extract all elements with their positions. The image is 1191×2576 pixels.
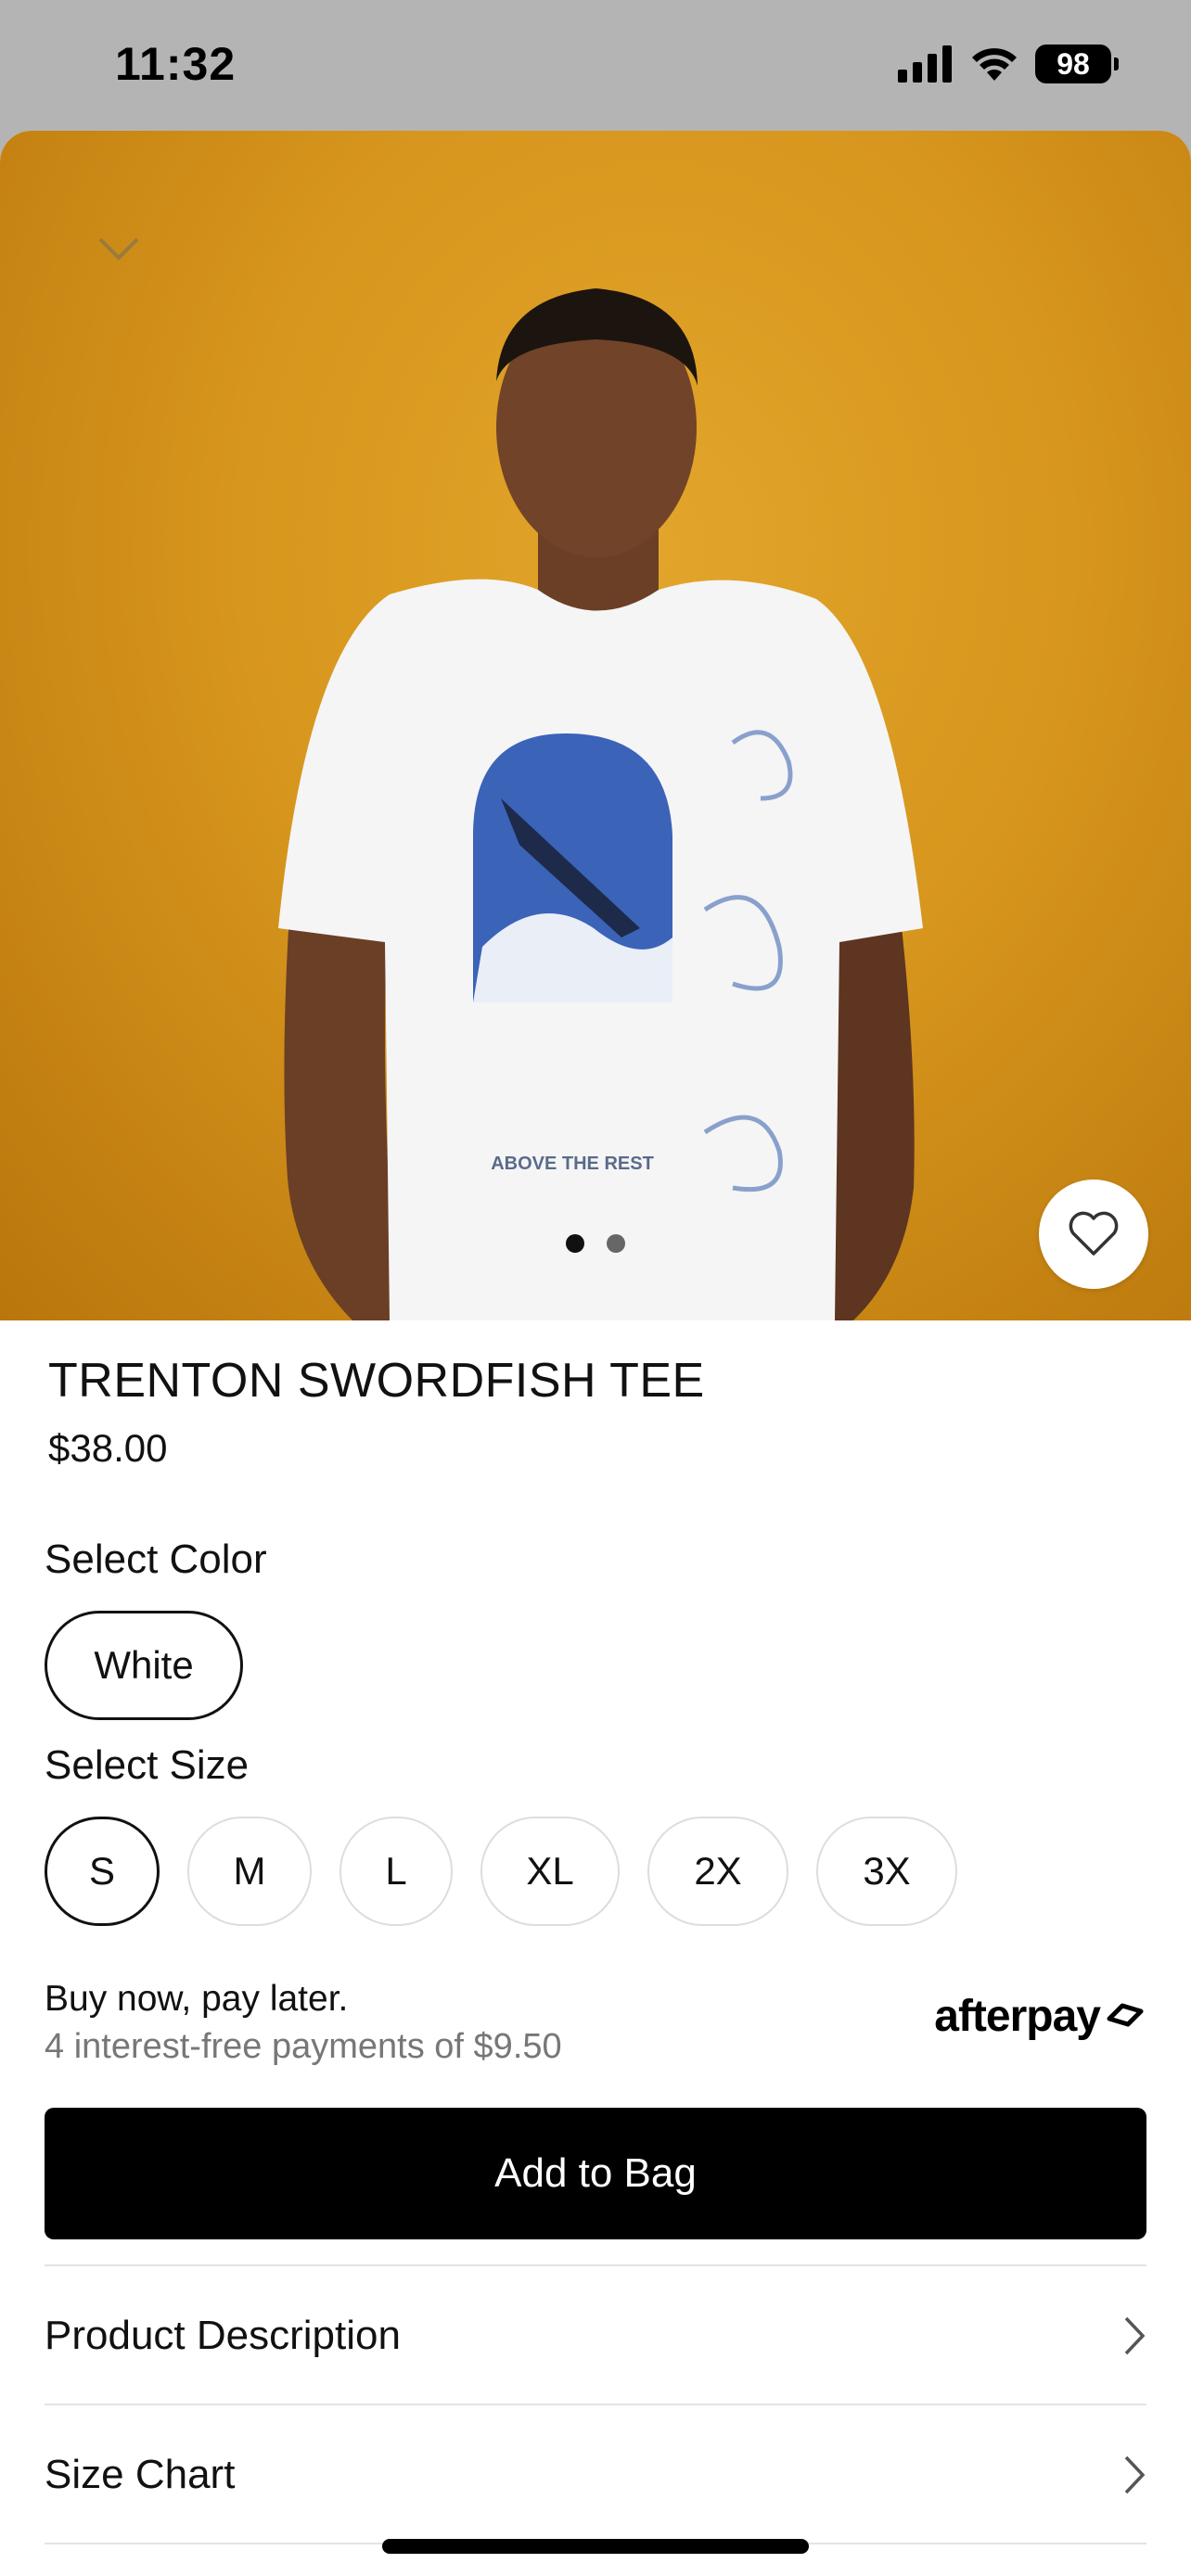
size-option-l[interactable]: L: [339, 1817, 453, 1926]
product-description-row[interactable]: Product Description: [45, 2266, 1146, 2405]
status-icons: 98: [898, 45, 1119, 83]
home-indicator[interactable]: [382, 2539, 809, 2554]
size-label: S: [88, 1849, 115, 1893]
afterpay-info: Buy now, pay later. 4 interest-free paym…: [45, 1979, 562, 2067]
size-label: M: [233, 1849, 266, 1893]
product-title: TRENTON SWORDFISH TEE: [48, 1354, 705, 1408]
product-price: $38.00: [48, 1426, 168, 1470]
favorite-button[interactable]: [1039, 1180, 1148, 1289]
size-option-2x[interactable]: 2X: [647, 1817, 788, 1926]
afterpay-arrows-icon: [1107, 2003, 1144, 2026]
pager-dot-2[interactable]: [607, 1234, 625, 1253]
product-sheet: ABOVE THE REST TRENTON SWORDFISH TEE $38…: [0, 131, 1191, 2576]
size-option-3x[interactable]: 3X: [816, 1817, 957, 1926]
select-size-label: Select Size: [45, 1742, 250, 1788]
heart-icon: [1069, 1211, 1119, 1256]
collapse-button[interactable]: [93, 223, 145, 275]
status-time: 11:32: [115, 38, 237, 90]
afterpay-headline: Buy now, pay later.: [45, 1979, 349, 2019]
product-image[interactable]: ABOVE THE REST: [0, 131, 1191, 1320]
afterpay-installments: 4 interest-free payments of $9.50: [45, 2027, 562, 2066]
chevron-right-icon: [1124, 2316, 1146, 2355]
battery-icon: 98: [1035, 45, 1119, 83]
size-label: XL: [526, 1849, 574, 1893]
svg-text:ABOVE THE REST: ABOVE THE REST: [491, 1154, 654, 1174]
model-illustration: ABOVE THE REST: [278, 288, 923, 1320]
cellular-signal-icon: [898, 45, 952, 83]
size-chart-row[interactable]: Size Chart: [45, 2405, 1146, 2544]
size-label: 2X: [694, 1849, 742, 1893]
chevron-right-icon: [1124, 2455, 1146, 2494]
battery-level: 98: [1057, 46, 1090, 81]
size-option-m[interactable]: M: [187, 1817, 312, 1926]
pager-dot-1[interactable]: [566, 1234, 584, 1253]
product-description-label: Product Description: [45, 2313, 401, 2358]
color-option-white[interactable]: White: [45, 1611, 243, 1720]
size-option-xl[interactable]: XL: [480, 1817, 620, 1926]
color-option-label: White: [94, 1643, 194, 1687]
status-bar: 11:32 98: [0, 0, 1191, 131]
select-color-label: Select Color: [45, 1537, 267, 1582]
add-to-bag-label: Add to Bag: [494, 2150, 697, 2196]
size-label: 3X: [863, 1849, 911, 1893]
chevron-down-icon: [98, 237, 139, 261]
size-label: L: [385, 1849, 407, 1893]
image-pager[interactable]: [0, 1234, 1191, 1253]
size-option-s[interactable]: S: [45, 1817, 160, 1926]
wifi-icon: [972, 48, 1017, 81]
afterpay-logo[interactable]: afterpay: [934, 1991, 1146, 2042]
size-chart-label: Size Chart: [45, 2452, 236, 2497]
add-to-bag-button[interactable]: Add to Bag: [45, 2108, 1146, 2239]
afterpay-logo-text: afterpay: [934, 1992, 1101, 2041]
